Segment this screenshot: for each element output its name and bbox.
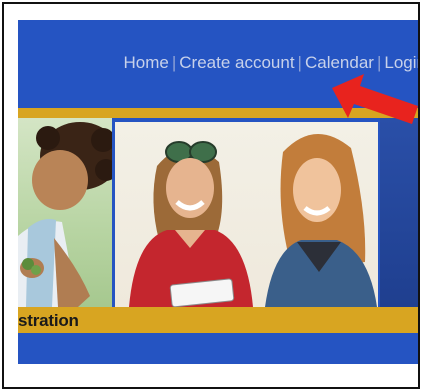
students-photo bbox=[115, 122, 378, 307]
nav-home-link[interactable]: Home bbox=[123, 53, 168, 72]
nav-calendar-link[interactable]: Calendar bbox=[305, 53, 374, 72]
red-arrow-icon bbox=[324, 74, 418, 136]
nav-separator: | bbox=[297, 53, 302, 72]
site-header: Home|Create account|Calendar|Login bbox=[18, 20, 418, 364]
screenshot-frame: Home|Create account|Calendar|Login bbox=[2, 2, 420, 389]
banner-label: stration bbox=[18, 311, 79, 330]
nav-separator: | bbox=[171, 53, 177, 72]
nav-separator: | bbox=[376, 53, 382, 72]
decorative-panel bbox=[380, 118, 418, 307]
child-photo bbox=[18, 118, 112, 307]
top-navigation: Home|Create account|Calendar|Login bbox=[18, 50, 418, 76]
nav-login-link[interactable]: Login bbox=[384, 53, 418, 72]
nav-create-account-link[interactable]: Create account bbox=[179, 53, 294, 72]
banner-photos bbox=[18, 118, 418, 307]
